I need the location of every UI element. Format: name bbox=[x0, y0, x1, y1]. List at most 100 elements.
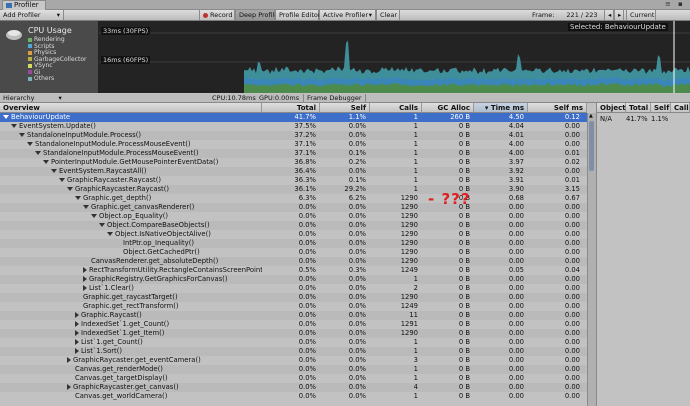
add-profiler-dropdown[interactable]: Add Profiler ▾ bbox=[0, 10, 64, 20]
row-name-cell: Object.CompareBaseObjects() bbox=[99, 221, 262, 230]
active-profiler-dropdown[interactable]: Active Profiler ▾ bbox=[319, 10, 376, 20]
row-name: Canvas.get_targetDisplay() bbox=[75, 374, 168, 382]
row-time: 3.90 bbox=[508, 185, 524, 193]
table-row[interactable]: Graphic.Raycast() 0.0% 0.0% 11 0 B 0.00 0.00 bbox=[0, 311, 587, 320]
table-row[interactable]: GraphicRaycaster.get_eventCamera() 0.0% 0.… bbox=[0, 356, 587, 365]
expand-arrow-icon[interactable] bbox=[75, 312, 79, 318]
row-self: 0.0% bbox=[348, 131, 366, 139]
table-row[interactable]: GraphicRaycaster.Raycast() 36.3% 0.1% 1 0 B 3… bbox=[0, 176, 587, 185]
col-calls[interactable]: Calls bbox=[370, 103, 422, 113]
close-icon[interactable]: ▪ bbox=[678, 0, 683, 9]
row-self: 0.0% bbox=[348, 338, 366, 346]
scroll-up-icon[interactable]: ▲ bbox=[589, 113, 593, 120]
collapse-arrow-icon[interactable] bbox=[43, 160, 49, 164]
col-object-self[interactable]: Self bbox=[651, 103, 671, 113]
table-row[interactable]: EventSystem.Update() 37.5% 0.0% 1 0 B 4.04 0.0… bbox=[0, 122, 587, 131]
table-row[interactable]: GraphicRegistry.GetGraphicsForCanvas() 0.… bbox=[0, 275, 587, 284]
table-row[interactable]: StandaloneInputModule.ProcessMouseEvent(… bbox=[0, 149, 587, 158]
collapse-arrow-icon[interactable] bbox=[27, 142, 33, 146]
col-time-ms[interactable]: ▾ Time ms bbox=[474, 103, 528, 113]
table-row[interactable]: Graphic.get_depth() 6.3% 6.2% 1290 0 B 0.68 0.… bbox=[0, 194, 587, 203]
expand-arrow-icon[interactable] bbox=[67, 357, 71, 363]
col-overview[interactable]: Overview bbox=[0, 103, 262, 113]
row-gc: 0 B bbox=[458, 374, 470, 382]
table-row[interactable]: StandaloneInputModule.ProcessMouseEvent(… bbox=[0, 140, 587, 149]
col-object-calls[interactable]: Call bbox=[671, 103, 690, 113]
table-row[interactable]: GraphicRaycaster.get_canvas() 0.0% 0.0% 4 0 … bbox=[0, 383, 587, 392]
expand-arrow-icon[interactable] bbox=[75, 321, 79, 327]
expand-arrow-icon[interactable] bbox=[83, 276, 87, 282]
table-row[interactable]: IndexedSet`1.get_Count() 0.0% 0.0% 1291 0 B 0… bbox=[0, 320, 587, 329]
expand-arrow-icon[interactable] bbox=[75, 348, 79, 354]
menu-icon[interactable]: ≡ bbox=[665, 0, 671, 9]
table-row[interactable]: StandaloneInputModule.Process() 37.2% 0.0%… bbox=[0, 131, 587, 140]
hierarchy-dropdown[interactable]: Hierarchy ▾ bbox=[3, 94, 62, 102]
table-row[interactable]: Canvas.get_targetDisplay() 0.0% 0.0% 1 0 B 0.… bbox=[0, 374, 587, 383]
record-button[interactable]: Record bbox=[199, 10, 235, 20]
collapse-arrow-icon[interactable] bbox=[51, 169, 57, 173]
table-row[interactable]: Graphic.get_raycastTarget() 0.0% 0.0% 1290 0… bbox=[0, 293, 587, 302]
collapse-arrow-icon[interactable] bbox=[83, 205, 89, 209]
row-calls: 1 bbox=[413, 122, 418, 130]
frame-debugger-button[interactable]: Frame Debugger bbox=[303, 94, 366, 102]
table-row[interactable]: PointerInputModule.GetMousePointerEventD… bbox=[0, 158, 587, 167]
table-row[interactable]: BehaviourUpdate 41.7% 1.1% 1 260 B 4.50 0.12 bbox=[0, 113, 587, 122]
table-row[interactable]: Canvas.get_renderMode() 0.0% 0.0% 1 0 B 0.00 0… bbox=[0, 365, 587, 374]
table-row[interactable]: Canvas.get_worldCamera() 0.0% 0.0% 1 0 B 0.00… bbox=[0, 392, 587, 401]
deep-profile-button[interactable]: Deep Profile bbox=[235, 10, 278, 20]
expand-arrow-icon[interactable] bbox=[83, 285, 87, 291]
chevron-right-icon: ▸ bbox=[618, 11, 622, 19]
table-row[interactable]: IntPtr.op_Inequality() 0.0% 0.0% 1290 0 B 0.0… bbox=[0, 239, 587, 248]
table-row[interactable]: EventSystem.RaycastAll() 36.4% 0.0% 1 0 B 3.9… bbox=[0, 167, 587, 176]
table-row[interactable]: Graphic.get_rectTransform() 0.0% 0.0% 1249 0… bbox=[0, 302, 587, 311]
cpu-graph-plot[interactable] bbox=[99, 21, 690, 93]
next-frame-button[interactable]: ▸ bbox=[614, 10, 624, 20]
table-row[interactable]: List`1.Sort() 0.0% 0.0% 1 0 B 0.00 0.00 bbox=[0, 347, 587, 356]
table-row[interactable]: Graphic.get_canvasRenderer() 0.0% 0.0% 1290… bbox=[0, 203, 587, 212]
col-object[interactable]: Object bbox=[597, 103, 626, 113]
collapse-arrow-icon[interactable] bbox=[107, 232, 113, 236]
table-row[interactable]: List`1.Clear() 0.0% 0.0% 2 0 B 0.00 0.00 bbox=[0, 284, 587, 293]
collapse-arrow-icon[interactable] bbox=[3, 115, 9, 119]
table-row[interactable]: List`1.get_Count() 0.0% 0.0% 1 0 B 0.00 0.00 bbox=[0, 338, 587, 347]
expand-arrow-icon[interactable] bbox=[75, 339, 79, 345]
collapse-arrow-icon[interactable] bbox=[75, 196, 81, 200]
table-row[interactable]: Object.GetCachedPtr() 0.0% 0.0% 1290 0 B 0.00… bbox=[0, 248, 587, 257]
row-calls: 1290 bbox=[400, 239, 418, 247]
col-total[interactable]: Total bbox=[262, 103, 320, 113]
current-frame-button[interactable]: Current bbox=[626, 10, 656, 20]
expand-arrow-icon[interactable] bbox=[83, 267, 87, 273]
collapse-arrow-icon[interactable] bbox=[67, 187, 73, 191]
col-self-ms[interactable]: Self ms bbox=[528, 103, 587, 113]
scrollbar-thumb[interactable] bbox=[589, 121, 594, 171]
col-self[interactable]: Self bbox=[320, 103, 370, 113]
collapse-arrow-icon[interactable] bbox=[99, 223, 105, 227]
profiler-tab[interactable]: Profiler bbox=[2, 0, 46, 10]
col-gc-alloc[interactable]: GC Alloc bbox=[422, 103, 474, 113]
row-name: StandaloneInputModule.Process() bbox=[27, 131, 142, 139]
collapse-arrow-icon[interactable] bbox=[35, 151, 41, 155]
table-row[interactable]: Object.CompareBaseObjects() 0.0% 0.0% 1290 0… bbox=[0, 221, 587, 230]
table-row[interactable]: Object.IsNativeObjectAlive() 0.0% 0.0% 1290… bbox=[0, 230, 587, 239]
table-row[interactable]: CanvasRenderer.get_absoluteDepth() 0.0% 0.… bbox=[0, 257, 587, 266]
table-row[interactable]: Object.op_Equality() 0.0% 0.0% 1290 0 B 0.00 0… bbox=[0, 212, 587, 221]
prev-frame-button[interactable]: ◂ bbox=[604, 10, 614, 20]
legend-item[interactable]: Others bbox=[28, 75, 54, 82]
collapse-arrow-icon[interactable] bbox=[19, 133, 25, 137]
profile-editor-button[interactable]: Profile Editor bbox=[275, 10, 321, 20]
table-row[interactable]: GraphicRaycaster.Raycast() 36.1% 29.2% 1 0 B… bbox=[0, 185, 587, 194]
expand-arrow-icon[interactable] bbox=[75, 330, 79, 336]
expand-arrow-icon[interactable] bbox=[67, 384, 71, 390]
profile-editor-label: Profile Editor bbox=[279, 11, 321, 19]
row-time: 4.00 bbox=[508, 140, 524, 148]
table-row[interactable]: IndexedSet`1.get_Item() 0.0% 0.0% 1290 0 B 0.… bbox=[0, 329, 587, 338]
collapse-arrow-icon[interactable] bbox=[11, 124, 17, 128]
collapse-arrow-icon[interactable] bbox=[91, 214, 97, 218]
collapse-arrow-icon[interactable] bbox=[59, 178, 65, 182]
row-gc: 0 B bbox=[458, 212, 470, 220]
row-name-cell: StandaloneInputModule.ProcessMouseEvent(… bbox=[35, 149, 262, 158]
table-row[interactable]: RectTransformUtility.RectangleContainsSc… bbox=[0, 266, 587, 275]
col-object-total[interactable]: Total bbox=[626, 103, 651, 113]
clear-button[interactable]: Clear bbox=[376, 10, 400, 20]
legend-swatch bbox=[28, 37, 32, 42]
